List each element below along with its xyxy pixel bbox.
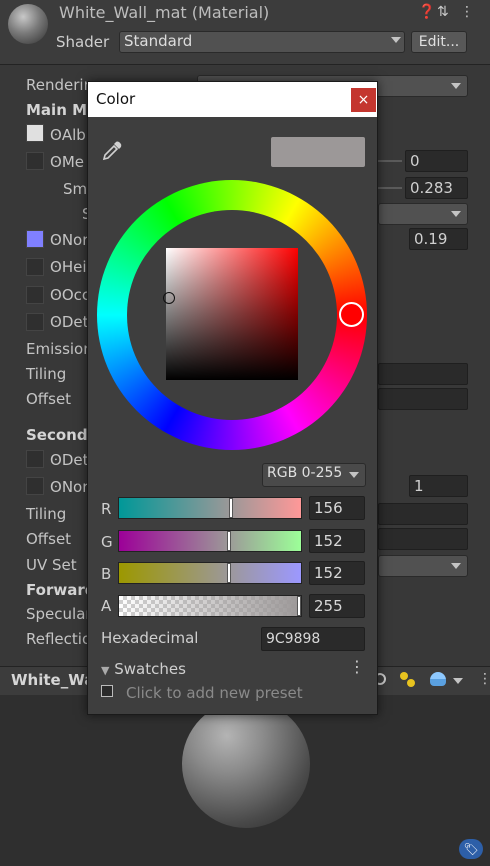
swatches-foldout[interactable]: ▼ Swatches (101, 660, 186, 678)
saturation-value-square[interactable] (166, 248, 298, 380)
help-icon[interactable]: ❓ (418, 4, 435, 20)
offset-label: Offset (26, 390, 72, 408)
add-preset-text[interactable]: Click to add new preset (126, 684, 303, 702)
preset-library-icon[interactable] (101, 685, 113, 697)
menu-kebab-icon[interactable]: ⋮ (460, 4, 474, 20)
light-dot (407, 679, 415, 687)
preview-menu-kebab-icon[interactable]: ⋮ (478, 671, 490, 687)
preview-title: White_Wa (11, 671, 95, 689)
blue-slider[interactable] (118, 562, 302, 584)
preview-background-icon[interactable] (430, 672, 446, 686)
tiling-label: Tiling (26, 365, 67, 383)
chevron-down-icon (451, 563, 461, 569)
metallic-texture-slot[interactable] (26, 152, 44, 170)
emission-label: Emission (26, 340, 93, 358)
tiling-field[interactable] (378, 363, 468, 385)
tiling2-label: Tiling (26, 505, 67, 523)
normal-map-label: ʘNor (50, 231, 89, 249)
metallic-value-field[interactable]: 0 (405, 150, 468, 172)
saturation-value-handle[interactable] (163, 292, 175, 304)
metallic-slider[interactable] (378, 160, 402, 162)
asset-label-icon[interactable]: 🏷 (459, 839, 483, 859)
albedo-texture-slot[interactable] (26, 124, 44, 142)
occlusion-label: ʘOcc (50, 286, 91, 304)
chevron-down-icon (451, 83, 461, 89)
normal-scale-field[interactable]: 0.19 (409, 228, 468, 250)
offset-field[interactable] (378, 388, 468, 410)
smoothness-slider[interactable] (378, 187, 402, 189)
alpha-channel-label: A (101, 597, 112, 615)
green-slider[interactable] (118, 530, 302, 552)
chevron-down-icon (451, 211, 461, 217)
reflections-label: Reflectio (26, 630, 92, 648)
metallic-label: ʘMe (50, 153, 84, 171)
chevron-down-icon (391, 37, 401, 43)
green-value-field[interactable]: 152 (309, 529, 365, 553)
offset2-label: Offset (26, 530, 72, 548)
color-picker-title: Color (96, 90, 136, 108)
occlusion-texture-slot[interactable] (26, 286, 44, 304)
blue-channel-label: B (101, 565, 112, 583)
swatches-label: Swatches (114, 660, 186, 678)
height-map-texture-slot[interactable] (26, 258, 44, 276)
material-preview-ball (8, 4, 48, 44)
edit-shader-button[interactable]: Edit... (411, 31, 467, 53)
eyedropper-glyph (102, 141, 122, 161)
rendering-mode-label: Renderin (26, 76, 94, 94)
hexadecimal-field[interactable]: 9C9898 (261, 627, 365, 651)
hue-handle[interactable] (339, 302, 364, 327)
chevron-down-icon (349, 472, 359, 478)
detail-normal-label: ʘNor (50, 478, 89, 496)
shader-value: Standard (124, 32, 193, 50)
detail-normal-scale-field[interactable]: 1 (409, 475, 468, 497)
preview-lighting-icon[interactable] (400, 672, 416, 688)
material-title: White_Wall_mat (Material) (59, 3, 270, 22)
detail-mask-label: ʘDet (50, 313, 89, 331)
current-color-swatch (271, 137, 365, 167)
red-channel-label: R (101, 500, 112, 518)
alpha-value-field[interactable]: 255 (309, 594, 365, 618)
red-slider-thumb[interactable] (229, 498, 233, 518)
offset2-field[interactable] (378, 528, 468, 550)
eyedropper-icon[interactable] (101, 140, 123, 167)
hexadecimal-label: Hexadecimal (101, 629, 199, 647)
height-map-label: ʘHei (50, 258, 87, 276)
forward-options-header: Forward (26, 581, 96, 599)
material-preview-sphere[interactable] (182, 700, 310, 828)
albedo-label: ʘAlb (50, 126, 86, 144)
smoothness-label: Sm (63, 180, 88, 198)
red-value-field[interactable]: 156 (309, 496, 365, 520)
smoothness-value-field[interactable]: 0.283 (405, 177, 468, 199)
preset-icon[interactable]: ⇅ (437, 4, 449, 20)
blue-slider-thumb[interactable] (227, 563, 231, 583)
detail-normal-texture-slot[interactable] (26, 477, 44, 495)
blue-value-field[interactable]: 152 (309, 561, 365, 585)
detail-albedo-label: ʘDet (50, 451, 89, 469)
red-slider[interactable] (118, 497, 302, 519)
alpha-slider[interactable] (118, 595, 302, 617)
detail-mask-texture-slot[interactable] (26, 313, 44, 331)
uv-set-label: UV Set (26, 556, 77, 574)
swatches-menu-kebab-icon[interactable]: ⋮ (349, 657, 365, 676)
normal-map-texture-slot[interactable] (26, 230, 44, 248)
green-channel-label: G (101, 533, 113, 551)
alpha-slider-thumb[interactable] (297, 596, 301, 616)
chevron-down-icon[interactable] (453, 678, 463, 684)
detail-albedo-texture-slot[interactable] (26, 450, 44, 468)
green-slider-thumb[interactable] (227, 531, 231, 551)
light-dot (400, 672, 408, 680)
specular-label: Specular (26, 605, 92, 623)
close-button[interactable]: × (351, 88, 376, 112)
tiling2-field[interactable] (378, 503, 468, 525)
color-mode-label: RGB 0-255 (267, 465, 343, 481)
triangle-down-icon: ▼ (101, 664, 110, 677)
shader-label: Shader (56, 33, 110, 51)
